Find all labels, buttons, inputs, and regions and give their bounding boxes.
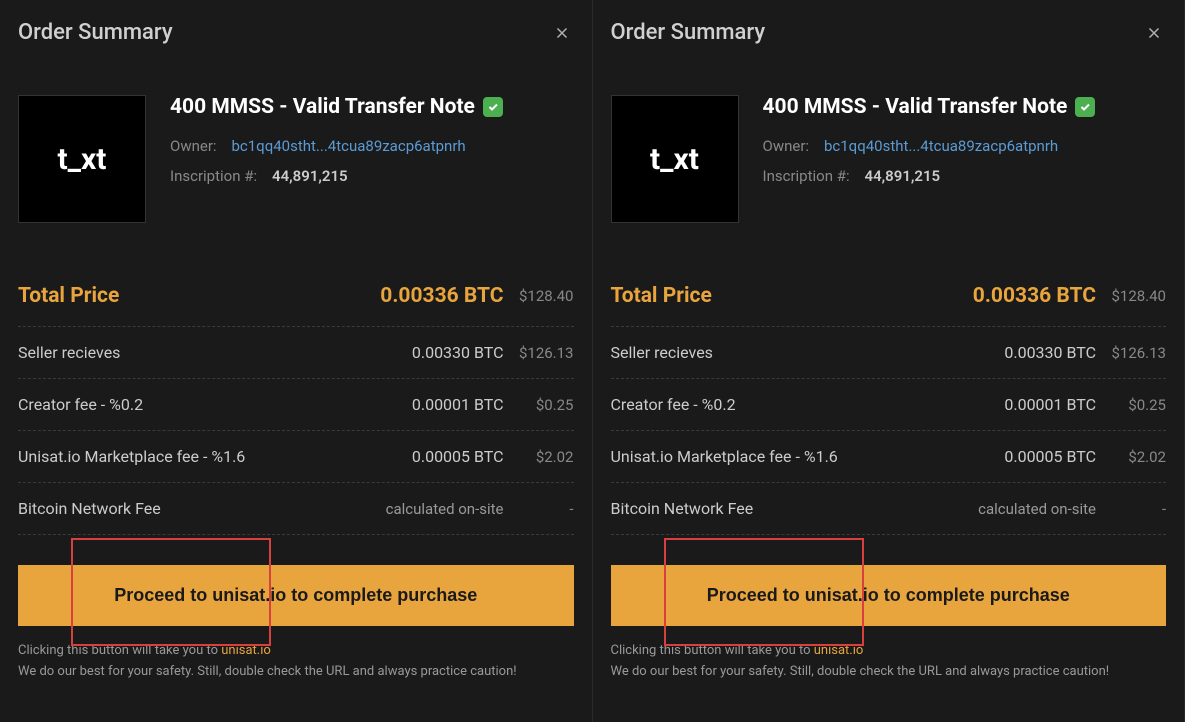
close-icon — [1145, 24, 1163, 42]
footer-note: Clicking this button will take you to un… — [611, 641, 1167, 683]
panel-title: Order Summary — [18, 20, 173, 45]
total-usd: $128.40 — [1096, 287, 1166, 305]
item-thumbnail: t_xt — [18, 95, 146, 223]
order-summary-panel: Order Summary t_xt 400 MMSS - Valid Tran… — [0, 0, 593, 722]
marketplace-btc: 0.00005 BTC — [966, 447, 1096, 466]
owner-label: Owner: — [170, 137, 217, 155]
total-price-row: Total Price 0.00336 BTC $128.40 — [18, 268, 574, 327]
seller-label: Seller recieves — [18, 343, 374, 362]
total-btc: 0.00336 BTC — [374, 284, 504, 308]
network-fee-row: Bitcoin Network Fee calculated on-site - — [611, 483, 1167, 535]
inscription-label: Inscription #: — [170, 167, 257, 185]
total-price-row: Total Price 0.00336 BTC $128.40 — [611, 268, 1167, 327]
item-row: t_xt 400 MMSS - Valid Transfer Note Owne… — [18, 95, 574, 223]
order-summary-panel: Order Summary t_xt 400 MMSS - Valid Tran… — [593, 0, 1185, 722]
marketplace-usd: $2.02 — [1096, 448, 1166, 466]
seller-row: Seller recieves 0.00330 BTC $126.13 — [18, 327, 574, 379]
seller-row: Seller recieves 0.00330 BTC $126.13 — [611, 327, 1167, 379]
close-icon — [553, 24, 571, 42]
marketplace-btc: 0.00005 BTC — [374, 447, 504, 466]
seller-usd: $126.13 — [1096, 344, 1166, 362]
owner-row: Owner: bc1qq40stht...4tcua89zacp6atpnrh — [170, 137, 574, 155]
total-label: Total Price — [18, 284, 374, 308]
verified-icon — [1075, 97, 1095, 117]
footer-warning: We do our best for your safety. Still, d… — [18, 664, 517, 679]
network-btc: calculated on-site — [374, 500, 504, 518]
footer-prefix: Clicking this button will take you to — [611, 643, 814, 658]
creator-usd: $0.25 — [1096, 396, 1166, 414]
inscription-label: Inscription #: — [763, 167, 850, 185]
owner-address-link[interactable]: bc1qq40stht...4tcua89zacp6atpnrh — [231, 137, 465, 155]
footer-note: Clicking this button will take you to un… — [18, 641, 574, 683]
marketplace-usd: $2.02 — [504, 448, 574, 466]
item-title-row: 400 MMSS - Valid Transfer Note — [170, 95, 574, 119]
total-usd: $128.40 — [504, 287, 574, 305]
creator-fee-row: Creator fee - %0.2 0.00001 BTC $0.25 — [611, 379, 1167, 431]
network-btc: calculated on-site — [966, 500, 1096, 518]
footer-link[interactable]: unisat.io — [814, 643, 864, 658]
owner-row: Owner: bc1qq40stht...4tcua89zacp6atpnrh — [763, 137, 1167, 155]
inscription-row: Inscription #: 44,891,215 — [170, 167, 574, 185]
item-info: 400 MMSS - Valid Transfer Note Owner: bc… — [170, 95, 574, 223]
network-label: Bitcoin Network Fee — [611, 499, 967, 518]
proceed-section: Proceed to unisat.io to complete purchas… — [18, 565, 574, 683]
owner-address-link[interactable]: bc1qq40stht...4tcua89zacp6atpnrh — [824, 137, 1058, 155]
price-section: Total Price 0.00336 BTC $128.40 Seller r… — [611, 268, 1167, 535]
creator-fee-row: Creator fee - %0.2 0.00001 BTC $0.25 — [18, 379, 574, 431]
inscription-number: 44,891,215 — [865, 167, 941, 185]
item-row: t_xt 400 MMSS - Valid Transfer Note Owne… — [611, 95, 1167, 223]
item-title: 400 MMSS - Valid Transfer Note — [763, 95, 1068, 119]
marketplace-fee-row: Unisat.io Marketplace fee - %1.6 0.00005… — [18, 431, 574, 483]
total-label: Total Price — [611, 284, 967, 308]
item-thumbnail: t_xt — [611, 95, 739, 223]
network-label: Bitcoin Network Fee — [18, 499, 374, 518]
footer-warning: We do our best for your safety. Still, d… — [611, 664, 1110, 679]
marketplace-label: Unisat.io Marketplace fee - %1.6 — [611, 447, 967, 466]
verified-icon — [483, 97, 503, 117]
creator-label: Creator fee - %0.2 — [611, 395, 967, 414]
inscription-number: 44,891,215 — [272, 167, 348, 185]
panel-header: Order Summary — [611, 20, 1167, 45]
seller-btc: 0.00330 BTC — [966, 343, 1096, 362]
total-btc: 0.00336 BTC — [966, 284, 1096, 308]
seller-usd: $126.13 — [504, 344, 574, 362]
item-title: 400 MMSS - Valid Transfer Note — [170, 95, 475, 119]
item-info: 400 MMSS - Valid Transfer Note Owner: bc… — [763, 95, 1167, 223]
creator-usd: $0.25 — [504, 396, 574, 414]
panel-title: Order Summary — [611, 20, 766, 45]
owner-label: Owner: — [763, 137, 810, 155]
item-title-row: 400 MMSS - Valid Transfer Note — [763, 95, 1167, 119]
proceed-button[interactable]: Proceed to unisat.io to complete purchas… — [18, 565, 574, 626]
creator-btc: 0.00001 BTC — [966, 395, 1096, 414]
network-usd: - — [504, 500, 574, 518]
marketplace-fee-row: Unisat.io Marketplace fee - %1.6 0.00005… — [611, 431, 1167, 483]
footer-prefix: Clicking this button will take you to — [18, 643, 221, 658]
proceed-section: Proceed to unisat.io to complete purchas… — [611, 565, 1167, 683]
inscription-row: Inscription #: 44,891,215 — [763, 167, 1167, 185]
creator-label: Creator fee - %0.2 — [18, 395, 374, 414]
footer-link[interactable]: unisat.io — [221, 643, 271, 658]
marketplace-label: Unisat.io Marketplace fee - %1.6 — [18, 447, 374, 466]
proceed-button[interactable]: Proceed to unisat.io to complete purchas… — [611, 565, 1167, 626]
network-fee-row: Bitcoin Network Fee calculated on-site - — [18, 483, 574, 535]
creator-btc: 0.00001 BTC — [374, 395, 504, 414]
network-usd: - — [1096, 500, 1166, 518]
price-section: Total Price 0.00336 BTC $128.40 Seller r… — [18, 268, 574, 535]
close-button[interactable] — [1142, 21, 1166, 45]
seller-btc: 0.00330 BTC — [374, 343, 504, 362]
seller-label: Seller recieves — [611, 343, 967, 362]
panel-header: Order Summary — [18, 20, 574, 45]
close-button[interactable] — [550, 21, 574, 45]
